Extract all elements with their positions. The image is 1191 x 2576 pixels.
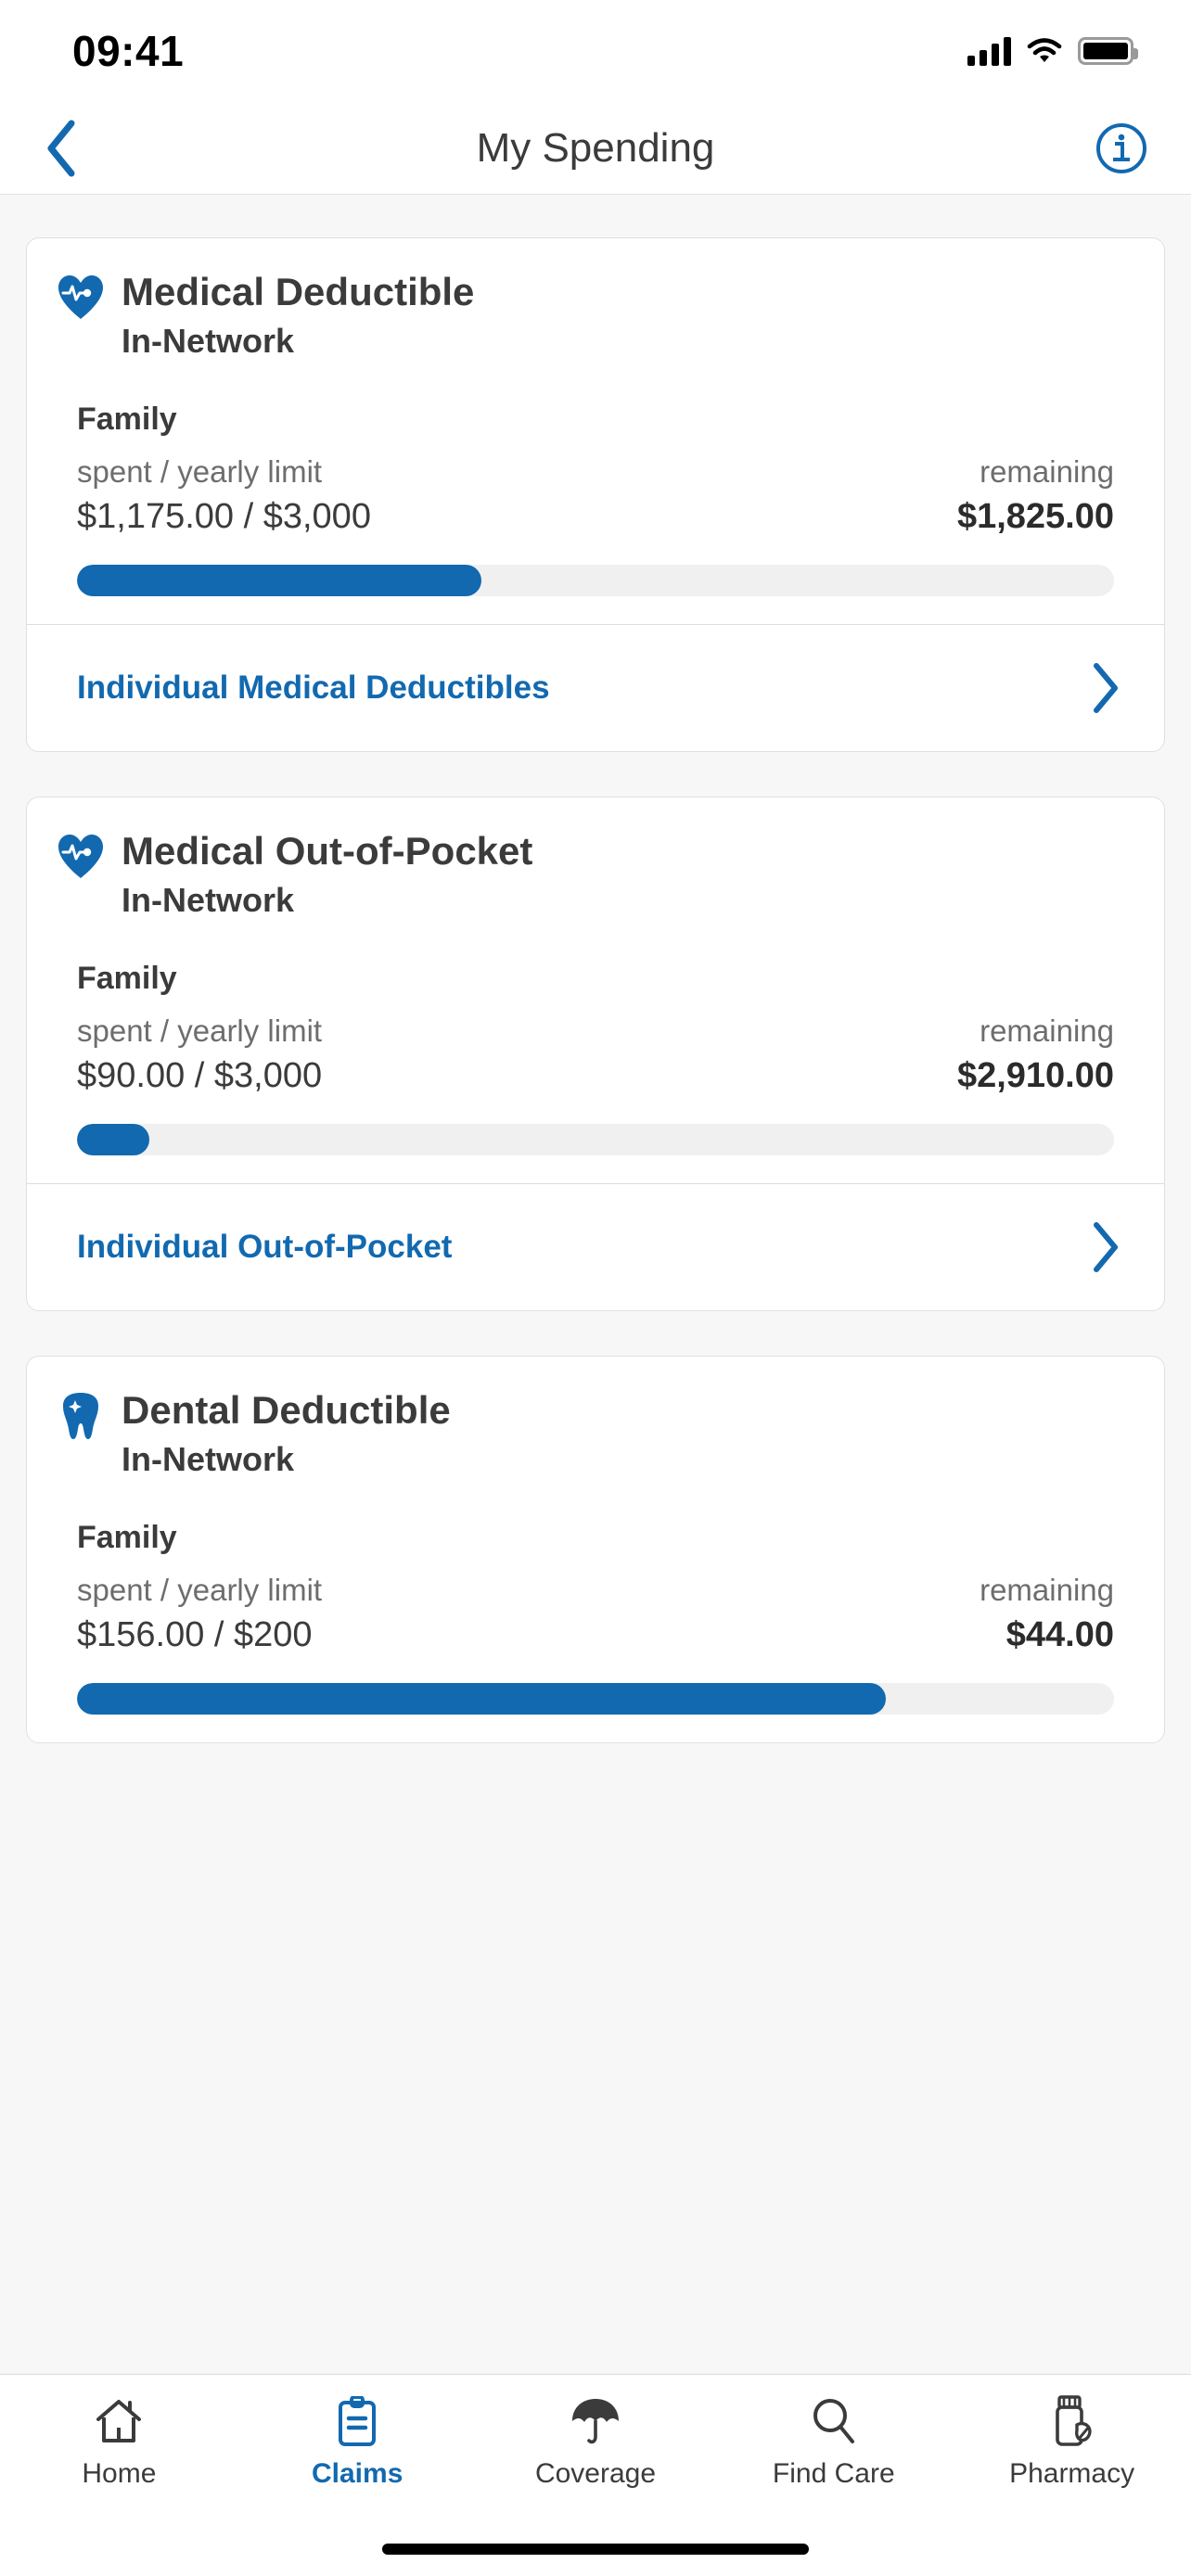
coverage-tier-label: Family <box>77 402 1134 438</box>
spent-value: $90.00 / $3,000 <box>77 1056 322 1096</box>
search-icon <box>811 2395 857 2447</box>
progress-fill <box>77 565 481 596</box>
amounts-block: spent / yearly limit remaining $90.00 / … <box>77 1014 1114 1096</box>
progress-fill <box>77 1683 886 1715</box>
umbrella-icon <box>570 2395 621 2447</box>
amount-values-row: $1,175.00 / $3,000 $1,825.00 <box>77 497 1114 537</box>
progress-track <box>77 1683 1114 1715</box>
amounts-block: spent / yearly limit remaining $1,175.00… <box>77 454 1114 537</box>
spent-label: spent / yearly limit <box>77 1573 322 1608</box>
progress-track <box>77 1124 1114 1155</box>
bottom-tab-bar: Home Claims Coverage <box>0 2374 1191 2522</box>
card-subtitle: In-Network <box>122 324 474 359</box>
card-body: Dental Deductible In-Network Family spen… <box>27 1357 1164 1742</box>
spending-card-medical-out-of-pocket: Medical Out-of-Pocket In-Network Family … <box>26 797 1165 1311</box>
tab-coverage[interactable]: Coverage <box>477 2395 715 2490</box>
wifi-icon <box>1026 37 1063 65</box>
chevron-right-icon <box>1090 662 1121 714</box>
tab-find-care[interactable]: Find Care <box>714 2395 953 2490</box>
spent-value: $156.00 / $200 <box>77 1615 313 1655</box>
pill-bottle-icon <box>1048 2395 1096 2447</box>
tab-label: Claims <box>312 2458 403 2490</box>
heart-pulse-icon <box>57 833 105 881</box>
remaining-value: $1,825.00 <box>957 497 1114 537</box>
card-header: Medical Deductible In-Network <box>57 272 1134 359</box>
remaining-label: remaining <box>980 454 1114 490</box>
battery-icon <box>1078 37 1133 65</box>
home-icon <box>95 2395 143 2447</box>
card-title: Dental Deductible <box>122 1390 451 1431</box>
home-indicator-area <box>0 2522 1191 2576</box>
spending-list[interactable]: Medical Deductible In-Network Family spe… <box>0 195 1191 2374</box>
card-header: Medical Out-of-Pocket In-Network <box>57 831 1134 918</box>
coverage-tier-label: Family <box>77 1520 1134 1556</box>
chevron-left-icon <box>43 119 82 178</box>
tab-label: Pharmacy <box>1009 2458 1134 2490</box>
tab-home[interactable]: Home <box>0 2395 238 2490</box>
spent-label: spent / yearly limit <box>77 454 322 490</box>
home-indicator[interactable] <box>382 2544 809 2555</box>
link-label: Individual Out-of-Pocket <box>77 1229 452 1266</box>
remaining-value: $44.00 <box>1006 1615 1114 1655</box>
individual-medical-deductibles-link[interactable]: Individual Medical Deductibles <box>27 624 1164 751</box>
card-body: Medical Deductible In-Network Family spe… <box>27 238 1164 624</box>
tab-claims[interactable]: Claims <box>238 2395 477 2490</box>
tab-pharmacy[interactable]: Pharmacy <box>953 2395 1191 2490</box>
app-screen: 09:41 My Spending <box>0 0 1191 2576</box>
remaining-label: remaining <box>980 1014 1114 1049</box>
amount-labels-row: spent / yearly limit remaining <box>77 1573 1114 1608</box>
page-title: My Spending <box>0 125 1191 172</box>
remaining-value: $2,910.00 <box>957 1056 1114 1096</box>
back-button[interactable] <box>30 116 95 181</box>
card-title: Medical Deductible <box>122 272 474 312</box>
status-bar: 09:41 <box>0 0 1191 102</box>
tooth-icon <box>57 1392 105 1440</box>
coverage-tier-label: Family <box>77 961 1134 997</box>
info-circle-icon <box>1095 121 1148 175</box>
progress-fill <box>77 1124 149 1155</box>
info-button[interactable] <box>1089 116 1154 181</box>
link-label: Individual Medical Deductibles <box>77 670 550 707</box>
amount-labels-row: spent / yearly limit remaining <box>77 454 1114 490</box>
status-time: 09:41 <box>72 26 184 76</box>
individual-out-of-pocket-link[interactable]: Individual Out-of-Pocket <box>27 1183 1164 1310</box>
card-title-group: Medical Deductible In-Network <box>122 272 474 359</box>
spent-value: $1,175.00 / $3,000 <box>77 497 371 537</box>
tab-label: Home <box>82 2458 156 2490</box>
status-icons <box>967 36 1133 66</box>
card-header: Dental Deductible In-Network <box>57 1390 1134 1477</box>
clipboard-icon <box>335 2395 379 2447</box>
navigation-bar: My Spending <box>0 102 1191 195</box>
amount-values-row: $156.00 / $200 $44.00 <box>77 1615 1114 1655</box>
spending-card-medical-deductible: Medical Deductible In-Network Family spe… <box>26 237 1165 752</box>
amounts-block: spent / yearly limit remaining $156.00 /… <box>77 1573 1114 1655</box>
amount-values-row: $90.00 / $3,000 $2,910.00 <box>77 1056 1114 1096</box>
card-title: Medical Out-of-Pocket <box>122 831 532 872</box>
remaining-label: remaining <box>980 1573 1114 1608</box>
card-subtitle: In-Network <box>122 883 532 918</box>
progress-track <box>77 565 1114 596</box>
amount-labels-row: spent / yearly limit remaining <box>77 1014 1114 1049</box>
heart-pulse-icon <box>57 274 105 322</box>
chevron-right-icon <box>1090 1221 1121 1273</box>
card-subtitle: In-Network <box>122 1442 451 1477</box>
card-body: Medical Out-of-Pocket In-Network Family … <box>27 797 1164 1183</box>
spending-card-dental-deductible: Dental Deductible In-Network Family spen… <box>26 1356 1165 1743</box>
card-title-group: Medical Out-of-Pocket In-Network <box>122 831 532 918</box>
card-title-group: Dental Deductible In-Network <box>122 1390 451 1477</box>
spent-label: spent / yearly limit <box>77 1014 322 1049</box>
tab-label: Coverage <box>535 2458 656 2490</box>
cellular-signal-icon <box>967 36 1011 66</box>
tab-label: Find Care <box>773 2458 895 2490</box>
